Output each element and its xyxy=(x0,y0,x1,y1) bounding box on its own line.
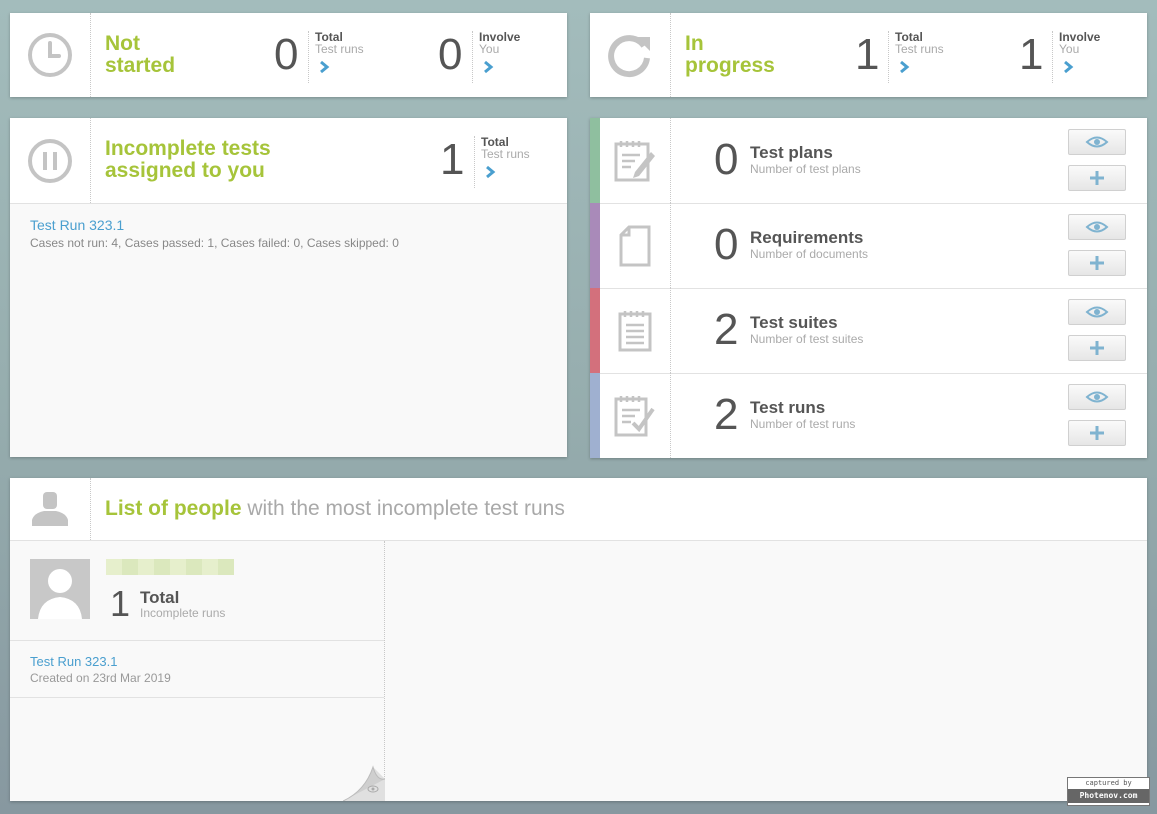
person-test-run-link[interactable]: Test Run 323.1 xyxy=(30,654,117,669)
summary-row-subtitle: Number of documents xyxy=(750,247,869,261)
eye-icon xyxy=(1085,221,1109,233)
person-name-redacted xyxy=(106,559,234,575)
plus-icon xyxy=(1090,256,1104,270)
summary-panel: 0 Test plans Number of test plans 0 Requ… xyxy=(590,118,1147,458)
summary-row-test-plans: 0 Test plans Number of test plans xyxy=(590,118,1147,204)
test-run-icon xyxy=(614,395,655,436)
incomplete-test-run-details: Cases not run: 4, Cases passed: 1, Cases… xyxy=(30,236,399,250)
not-started-total-count: 0 xyxy=(274,30,299,79)
person-test-run-created: Created on 23rd Mar 2019 xyxy=(30,671,171,685)
person-icon xyxy=(32,492,68,526)
people-body: 1 Total Incomplete runs Test Run 323.1 C… xyxy=(10,541,1147,801)
in-progress-title: In progress xyxy=(685,32,775,77)
not-started-total-arrow-icon[interactable] xyxy=(317,60,331,74)
refresh-icon-cell xyxy=(590,13,671,97)
refresh-icon xyxy=(608,35,650,78)
incomplete-tests-list: Test Run 323.1 Cases not run: 4, Cases p… xyxy=(10,204,567,457)
incomplete-tests-header: Incomplete tests assigned to you 1 Total… xyxy=(10,118,567,204)
in-progress-total-stat: Total Test runs xyxy=(888,31,944,83)
not-started-involve-stat: Involve You xyxy=(472,31,520,83)
add-test-suite-button[interactable] xyxy=(1068,335,1126,361)
divider xyxy=(10,697,384,698)
incomplete-total-arrow-icon[interactable] xyxy=(483,165,497,179)
plus-icon xyxy=(1090,341,1104,355)
in-progress-total-count: 1 xyxy=(855,30,880,79)
view-test-runs-button[interactable] xyxy=(1068,384,1126,410)
capture-watermark: captured by Photenov.com xyxy=(1067,777,1150,806)
notepad-icon xyxy=(618,310,652,351)
summary-row-subtitle: Number of test plans xyxy=(750,162,861,176)
summary-row-icon-cell xyxy=(600,203,671,288)
eye-icon xyxy=(1085,136,1109,148)
summary-row-title: Requirements xyxy=(750,228,864,247)
incomplete-total-count: 1 xyxy=(440,135,465,184)
view-test-plans-button[interactable] xyxy=(1068,129,1126,155)
document-icon xyxy=(619,225,651,266)
eye-icon xyxy=(1085,306,1109,318)
in-progress-involve-count: 1 xyxy=(1019,30,1044,79)
not-started-involve-count: 0 xyxy=(438,30,463,79)
incomplete-total-stat: Total Test runs xyxy=(474,136,530,188)
in-progress-involve-stat: Involve You xyxy=(1052,31,1100,83)
avatar-silhouette-icon xyxy=(38,569,82,619)
view-requirements-button[interactable] xyxy=(1068,214,1126,240)
summary-row-strip xyxy=(590,203,600,288)
add-test-run-button[interactable] xyxy=(1068,420,1126,446)
in-progress-panel: In progress 1 Total Test runs 1 Involve … xyxy=(590,13,1147,97)
summary-row-icon-cell xyxy=(600,373,671,458)
summary-row-test-runs: 2 Test runs Number of test runs xyxy=(590,373,1147,458)
pause-icon-cell xyxy=(10,118,91,203)
summary-row-requirements: 0 Requirements Number of documents xyxy=(590,203,1147,289)
person-total-sub: Incomplete runs xyxy=(140,606,226,620)
clock-icon xyxy=(28,33,72,77)
eye-icon xyxy=(1085,391,1109,403)
people-panel: List of people with the most incomplete … xyxy=(10,478,1147,801)
not-started-total-stat: Total Test runs xyxy=(308,31,364,83)
person-card: 1 Total Incomplete runs Test Run 323.1 C… xyxy=(10,541,385,801)
summary-row-icon-cell xyxy=(600,288,671,373)
summary-row-count: 2 xyxy=(714,390,739,439)
not-started-involve-arrow-icon[interactable] xyxy=(481,60,495,74)
plus-icon xyxy=(1090,171,1104,185)
not-started-panel: Not started 0 Total Test runs 0 Involve … xyxy=(10,13,567,97)
not-started-title: Not started xyxy=(105,32,176,77)
summary-row-count: 0 xyxy=(714,220,739,269)
summary-row-count: 0 xyxy=(714,135,739,184)
summary-row-subtitle: Number of test suites xyxy=(750,332,864,346)
add-test-plan-button[interactable] xyxy=(1068,165,1126,191)
view-test-suites-button[interactable] xyxy=(1068,299,1126,325)
incomplete-tests-title: Incomplete tests assigned to you xyxy=(105,137,271,182)
people-title: List of people with the most incomplete … xyxy=(105,497,565,520)
incomplete-test-run-link[interactable]: Test Run 323.1 xyxy=(30,217,124,233)
person-avatar xyxy=(30,559,90,619)
summary-row-strip xyxy=(590,118,600,203)
summary-row-title: Test runs xyxy=(750,398,826,417)
summary-row-title: Test suites xyxy=(750,313,838,332)
add-requirement-button[interactable] xyxy=(1068,250,1126,276)
in-progress-total-arrow-icon[interactable] xyxy=(897,60,911,74)
clock-icon-cell xyxy=(10,13,91,97)
person-icon-cell xyxy=(10,478,91,540)
summary-row-strip xyxy=(590,288,600,373)
test-plan-icon xyxy=(614,140,655,181)
summary-row-icon-cell xyxy=(600,118,671,203)
pause-icon xyxy=(28,138,72,183)
people-header: List of people with the most incomplete … xyxy=(10,478,1147,541)
divider xyxy=(10,640,384,641)
summary-row-title: Test plans xyxy=(750,143,833,162)
summary-row-subtitle: Number of test runs xyxy=(750,417,856,431)
incomplete-tests-panel: Incomplete tests assigned to you 1 Total… xyxy=(10,118,567,457)
in-progress-involve-arrow-icon[interactable] xyxy=(1061,60,1075,74)
summary-row-test-suites: 2 Test suites Number of test suites xyxy=(590,288,1147,374)
person-count: 1 xyxy=(110,583,131,624)
summary-row-strip xyxy=(590,373,600,458)
summary-row-count: 2 xyxy=(714,305,739,354)
person-total-label: Total xyxy=(140,588,180,607)
plus-icon xyxy=(1090,426,1104,440)
page-curl-icon[interactable] xyxy=(343,765,385,801)
